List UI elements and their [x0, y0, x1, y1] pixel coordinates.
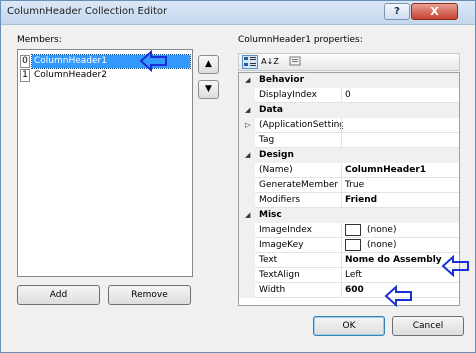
collapse-icon[interactable]: ◢	[245, 76, 250, 84]
property-pages-icon[interactable]	[287, 55, 303, 69]
property-row[interactable]: Modifiers Friend	[239, 193, 459, 208]
property-value[interactable]: ColumnHeader1	[345, 164, 426, 177]
property-row[interactable]: TextAlign Left	[239, 268, 459, 283]
property-grid-toolbar: A↓Z	[238, 53, 460, 71]
ok-button[interactable]: OK	[313, 316, 385, 336]
property-value[interactable]: True	[345, 179, 364, 192]
property-row[interactable]: Tag	[239, 133, 459, 148]
category-row[interactable]: ◢ Behavior	[239, 73, 459, 88]
collection-editor-window: ColumnHeader Collection Editor ? X Membe…	[0, 0, 476, 353]
property-value[interactable]: 0	[345, 89, 351, 102]
property-name: TextAlign	[259, 270, 300, 280]
property-grid[interactable]: ◢ Behavior DisplayIndex 0 ◢ Data ▷ (Appl…	[238, 72, 460, 306]
property-name: GenerateMember	[259, 180, 339, 190]
add-button[interactable]: Add	[17, 285, 100, 305]
property-value[interactable]: 600	[345, 284, 364, 297]
property-value[interactable]: Nome do Assembly	[345, 254, 442, 267]
member-index: 0	[20, 55, 30, 68]
members-list[interactable]: 0 ColumnHeader1 1 ColumnHeader2	[17, 49, 193, 277]
property-row[interactable]: (Name) ColumnHeader1	[239, 163, 459, 178]
member-name: ColumnHeader2	[34, 70, 107, 80]
image-swatch	[345, 239, 361, 251]
members-label: Members:	[17, 35, 62, 45]
blue-arrow-icon	[384, 285, 412, 307]
category-name: Design	[259, 150, 294, 160]
member-index: 1	[20, 69, 30, 82]
property-name: ImageKey	[259, 240, 304, 250]
categorized-icon[interactable]	[242, 55, 258, 69]
blue-arrow-icon	[139, 50, 167, 72]
close-button[interactable]: X	[411, 3, 458, 20]
collapse-icon[interactable]: ◢	[245, 106, 250, 114]
title-bar: ColumnHeader Collection Editor ? X	[1, 1, 475, 25]
image-swatch	[345, 224, 361, 236]
property-row[interactable]: DisplayIndex 0	[239, 88, 459, 103]
collapse-icon[interactable]: ◢	[245, 151, 250, 159]
category-row[interactable]: ◢ Misc	[239, 208, 459, 223]
property-row[interactable]: Width 600	[239, 283, 459, 298]
move-up-button[interactable]: ▲	[198, 55, 219, 74]
property-row[interactable]: GenerateMember True	[239, 178, 459, 193]
category-row[interactable]: ◢ Design	[239, 148, 459, 163]
property-row[interactable]: ▷ (ApplicationSetting:	[239, 118, 459, 133]
property-value[interactable]: Friend	[345, 194, 377, 207]
alphabetical-icon[interactable]: A↓Z	[260, 55, 280, 69]
arrow-up-icon: ▲	[205, 59, 212, 69]
property-row[interactable]: ImageKey (none)	[239, 238, 459, 253]
expand-icon[interactable]: ▷	[245, 121, 250, 129]
property-value[interactable]: Left	[345, 269, 362, 282]
property-row[interactable]: Text Nome do Assembly	[239, 253, 459, 268]
move-down-button[interactable]: ▼	[198, 80, 219, 99]
property-name: Width	[259, 285, 286, 295]
category-name: Misc	[259, 210, 282, 220]
property-value[interactable]: (none)	[367, 239, 396, 252]
property-name: Text	[259, 255, 278, 265]
category-name: Data	[259, 105, 283, 115]
collapse-icon[interactable]: ◢	[245, 211, 250, 219]
property-name: Modifiers	[259, 195, 301, 205]
property-value[interactable]: (none)	[367, 224, 396, 237]
window-title: ColumnHeader Collection Editor	[7, 6, 168, 17]
property-row[interactable]: ImageIndex (none)	[239, 223, 459, 238]
blue-arrow-icon	[441, 255, 469, 277]
property-name: DisplayIndex	[259, 90, 317, 100]
property-name: (Name)	[259, 165, 293, 175]
help-button[interactable]: ?	[384, 3, 410, 20]
cancel-button[interactable]: Cancel	[392, 316, 464, 336]
remove-button[interactable]: Remove	[108, 285, 191, 305]
property-name: Tag	[259, 135, 275, 145]
category-name: Behavior	[259, 75, 305, 85]
arrow-down-icon: ▼	[205, 84, 212, 94]
property-name: ImageIndex	[259, 225, 312, 235]
properties-label: ColumnHeader1 properties:	[238, 35, 363, 45]
category-row[interactable]: ◢ Data	[239, 103, 459, 118]
property-name: (ApplicationSetting:	[259, 120, 343, 130]
